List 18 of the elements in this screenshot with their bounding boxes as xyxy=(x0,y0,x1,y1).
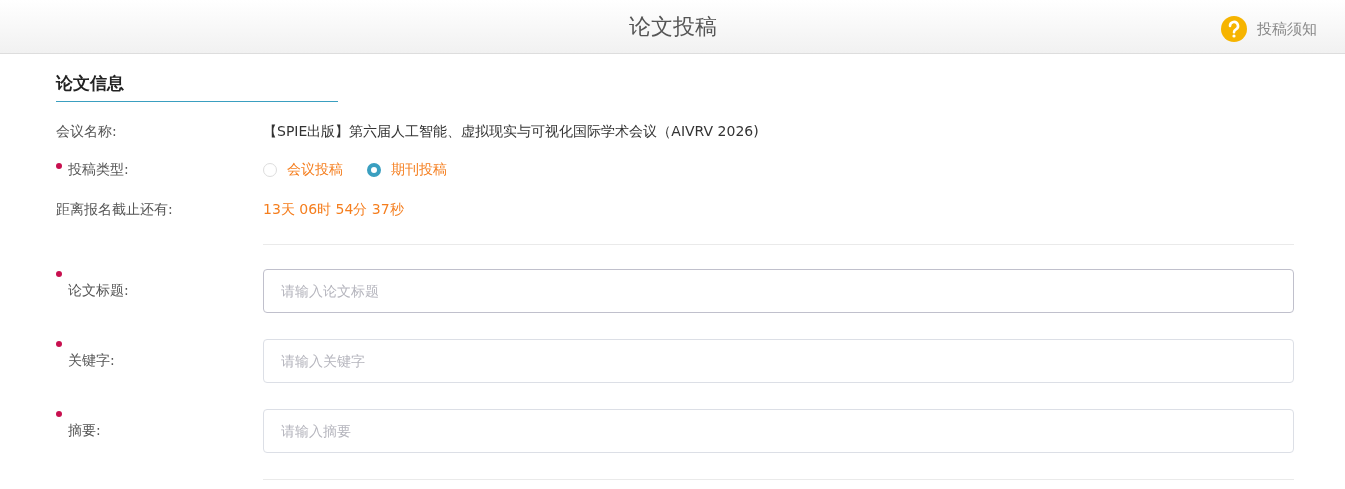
field-label: 关键字: xyxy=(68,352,115,370)
field-label: 摘要: xyxy=(68,422,101,440)
help-link[interactable]: 投稿须知 xyxy=(1221,16,1317,42)
field-label: 投稿类型: xyxy=(68,161,129,179)
page-title: 论文投稿 xyxy=(628,12,717,41)
conference-name: 【SPIE出版】第六届人工智能、虚拟现实与可视化国际学术会议（AIVRV 2026) xyxy=(263,123,759,141)
text-input[interactable]: 请输入关键字 xyxy=(263,339,1294,383)
text-input[interactable]: 请输入摘要 xyxy=(263,409,1294,453)
field-label: 距离报名截止还有: xyxy=(56,201,173,219)
section-title: 论文信息 xyxy=(56,72,338,102)
radio-label[interactable]: 期刊投稿 xyxy=(391,161,447,179)
field-label: 论文标题: xyxy=(68,282,129,300)
help-icon xyxy=(1221,16,1247,42)
countdown-text: 13天 06时 54分 37秒 xyxy=(263,201,404,219)
radio-button[interactable] xyxy=(367,163,381,177)
radio-label[interactable]: 会议投稿 xyxy=(287,161,343,179)
text-input[interactable]: 请输入论文标题 xyxy=(263,269,1294,313)
field-label: 会议名称: xyxy=(56,123,117,141)
